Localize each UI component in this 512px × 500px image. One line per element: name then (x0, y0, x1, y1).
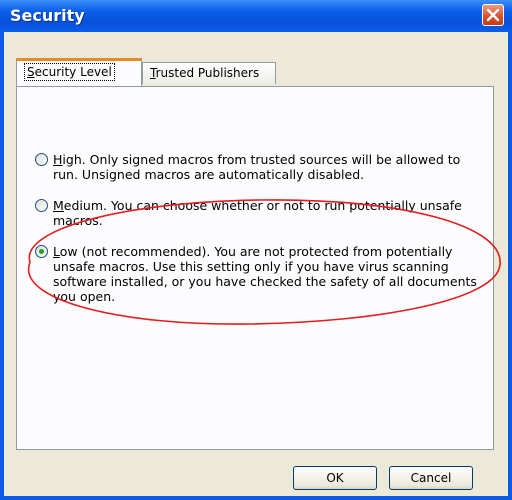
dialog-body: Security Level Trusted Publishers High. … (4, 32, 508, 496)
tab-focus-rect: Security Level (24, 63, 115, 81)
option-low-line1: ow (not recommended). You are not protec… (59, 244, 453, 259)
cancel-button[interactable]: Cancel (389, 466, 473, 490)
tab-security-level-accel: S (27, 65, 35, 79)
option-low-line3: software installed, or you have checked … (53, 274, 477, 289)
option-medium-text: Medium. You can choose whether or not to… (53, 198, 485, 228)
tab-security-level-label: ecurity Level (34, 65, 112, 79)
tab-trusted-publishers[interactable]: Trusted Publishers (142, 62, 276, 84)
tab-trusted-publishers-label: rusted Publishers (155, 66, 260, 80)
option-low[interactable]: Low (not recommended). You are not prote… (35, 244, 485, 308)
radio-low[interactable] (35, 245, 48, 258)
option-medium[interactable]: Medium. You can choose whether or not to… (35, 198, 485, 230)
option-high-accel: H (53, 152, 63, 167)
option-high[interactable]: High. Only signed macros from trusted so… (35, 152, 485, 184)
security-level-panel: High. Only signed macros from trusted so… (16, 86, 494, 450)
option-high-line2: run. Unsigned macros are automatically d… (53, 167, 365, 182)
radio-high[interactable] (35, 153, 48, 166)
title-bar[interactable]: Security (0, 0, 512, 32)
option-medium-line2: macros. (53, 213, 103, 228)
radio-medium[interactable] (35, 199, 48, 212)
close-button[interactable] (482, 4, 504, 26)
security-dialog: Security Security Level Trusted Publishe… (0, 0, 512, 500)
option-low-line2: unsafe macros. Use this setting only if … (53, 259, 449, 274)
option-high-line1: igh. Only signed macros from trusted sou… (62, 152, 461, 167)
tab-security-level[interactable]: Security Level (16, 58, 142, 86)
option-low-text: Low (not recommended). You are not prote… (53, 244, 485, 304)
close-icon (486, 8, 500, 22)
option-medium-accel: M (53, 198, 64, 213)
option-medium-line1: edium. You can choose whether or not to … (63, 198, 462, 213)
option-low-line4: you open. (53, 289, 116, 304)
option-high-text: High. Only signed macros from trusted so… (53, 152, 485, 182)
ok-button[interactable]: OK (293, 466, 377, 490)
window-title: Security (10, 6, 85, 25)
option-low-accel: L (53, 244, 60, 259)
